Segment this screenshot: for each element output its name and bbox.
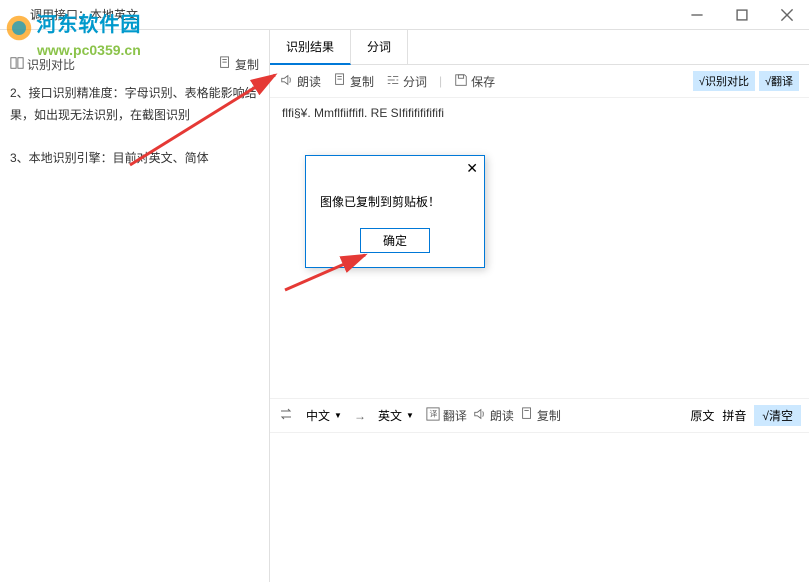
pinyin-button[interactable]: 拼音: [722, 407, 746, 424]
compare-button[interactable]: 识别对比: [10, 56, 75, 73]
toggle-translate-button[interactable]: √翻译: [759, 71, 799, 91]
speaker-icon: [473, 407, 487, 424]
tabs: 识别结果 分词: [270, 30, 809, 65]
compare-icon: [10, 56, 24, 73]
compare-label: 识别对比: [27, 56, 75, 73]
save-button[interactable]: 保存: [454, 73, 495, 90]
translate-copy-button[interactable]: 复制: [520, 407, 561, 424]
dst-lang-select[interactable]: 英文 ▼: [372, 405, 420, 426]
svg-text:译: 译: [429, 410, 437, 419]
translate-output[interactable]: [270, 432, 809, 582]
ok-button[interactable]: 确定: [360, 228, 430, 253]
copy-icon: [218, 56, 232, 73]
titlebar: 调用接口：本地英文: [0, 0, 809, 30]
dialog-message: 图像已复制到剪贴板！: [306, 181, 484, 218]
src-lang-select[interactable]: 中文 ▼: [300, 405, 348, 426]
translate-toolbar: 中文 ▼ → 英文 ▼ 译 翻译 朗读 复制 原文 拼音: [270, 398, 809, 432]
body-text: 2、接口识别精准度：字母识别、表格能影响结果，如出现无法识别，在截图识别 3、本…: [10, 83, 259, 169]
caret-down-icon: ▼: [334, 411, 342, 420]
save-icon: [454, 73, 468, 90]
close-button[interactable]: [764, 0, 809, 30]
segment-button[interactable]: 分词: [386, 73, 427, 90]
copy-icon: [520, 407, 534, 424]
left-panel: 识别对比 复制 2、接口识别精准度：字母识别、表格能影响结果，如出现无法识别，在…: [0, 30, 270, 582]
right-panel: 识别结果 分词 朗读 复制 分词 | 保存 √识别对比 √翻译: [270, 30, 809, 582]
tab-result[interactable]: 识别结果: [270, 30, 351, 65]
swap-icon[interactable]: [278, 406, 294, 425]
maximize-button[interactable]: [719, 0, 764, 30]
copy-icon: [333, 73, 347, 90]
minimize-button[interactable]: [674, 0, 719, 30]
toggle-compare-button[interactable]: √识别对比: [693, 71, 755, 91]
dialog: ✕ 图像已复制到剪贴板！ 确定: [305, 155, 485, 268]
api-info-label: 调用接口：本地英文: [30, 6, 138, 23]
arrow-right-icon: →: [354, 409, 366, 423]
copy-label: 复制: [235, 56, 259, 73]
read-button[interactable]: 朗读: [280, 73, 321, 90]
speaker-icon: [280, 73, 294, 90]
dialog-close-button[interactable]: ✕: [466, 160, 478, 177]
caret-down-icon: ▼: [406, 411, 414, 420]
translate-button[interactable]: 译 翻译: [426, 407, 467, 424]
copy-result-button[interactable]: 复制: [333, 73, 374, 90]
original-button[interactable]: 原文: [690, 407, 714, 424]
clear-button[interactable]: √清空: [754, 405, 801, 426]
translate-read-button[interactable]: 朗读: [473, 407, 514, 424]
copy-left-button[interactable]: 复制: [218, 56, 259, 73]
tab-segment[interactable]: 分词: [351, 30, 408, 64]
translate-icon: 译: [426, 407, 440, 424]
segment-icon: [386, 73, 400, 90]
